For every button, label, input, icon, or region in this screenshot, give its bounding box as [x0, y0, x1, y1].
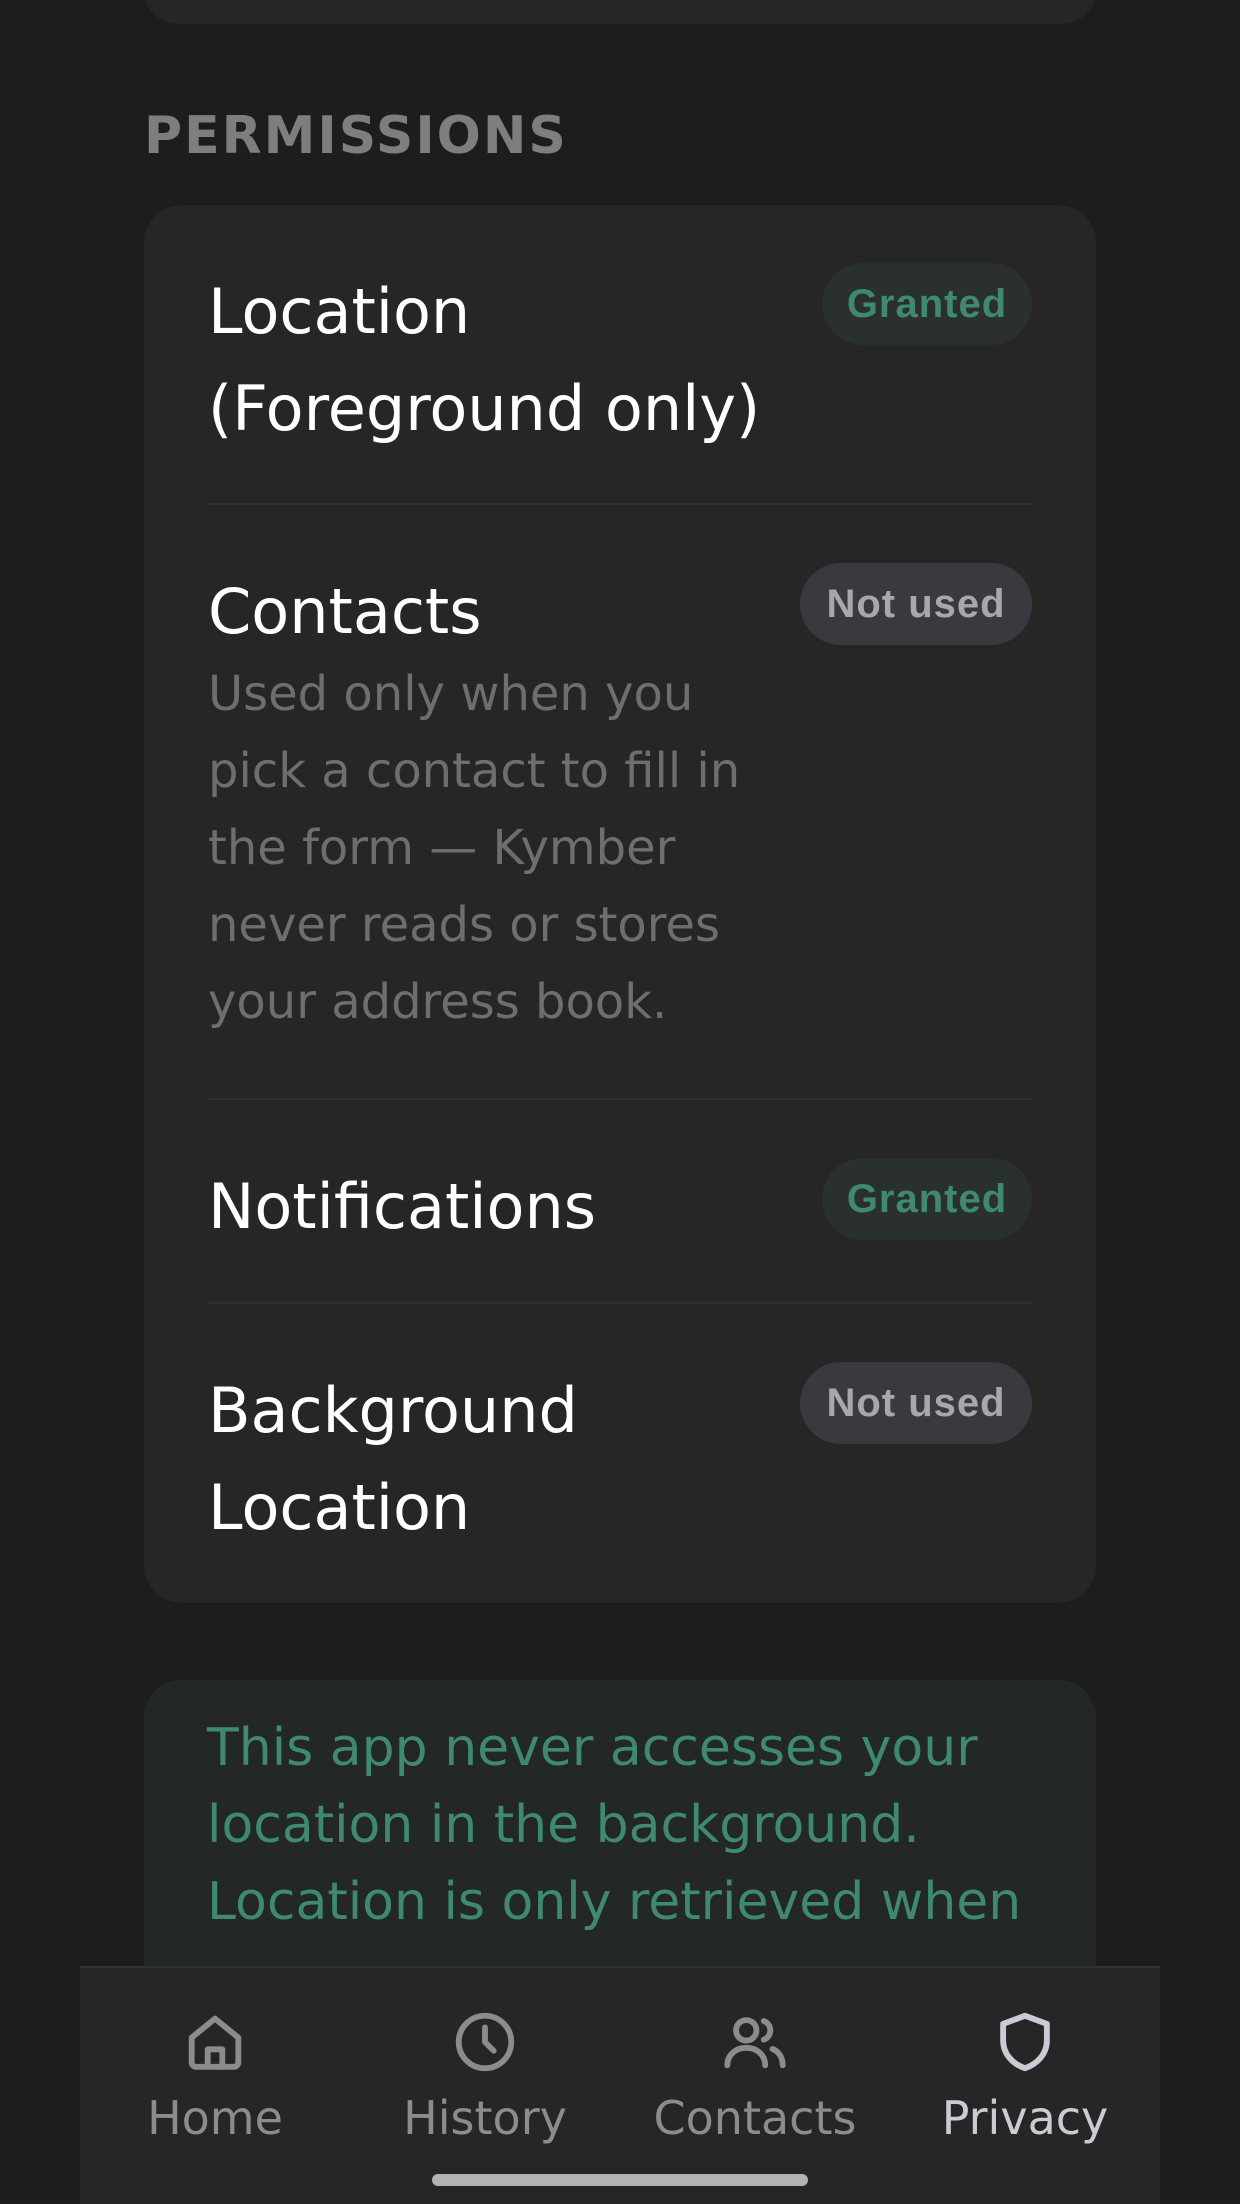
- description-line: the form — Kymber: [208, 820, 676, 876]
- permission-name-line: Location: [208, 275, 471, 348]
- description-line: pick a contact to fill in: [208, 743, 741, 799]
- clock-icon: [455, 2012, 515, 2072]
- home-indicator[interactable]: [432, 2174, 808, 2186]
- tab-label: Privacy: [941, 2091, 1109, 2145]
- shield-icon: [1000, 2012, 1050, 2072]
- permission-row-contacts: Contacts Used only when you pick a conta…: [208, 563, 1032, 1030]
- bottom-tab-bar: Home History Contacts Privacy: [80, 1966, 1160, 2204]
- permission-name: Notifications: [208, 1170, 597, 1243]
- permission-row-notifications: Notifications Granted: [208, 1158, 1032, 1288]
- permission-name-line: Background: [208, 1374, 578, 1447]
- row-divider: [208, 1302, 1032, 1304]
- tab-label: Contacts: [653, 2091, 857, 2145]
- permissions-section-title: PERMISSIONS: [144, 106, 568, 166]
- description-line: never reads or stores: [208, 897, 721, 953]
- tab-contacts[interactable]: Contacts: [620, 1968, 890, 2168]
- users-icon: [724, 2017, 786, 2069]
- tab-privacy[interactable]: Privacy: [890, 1968, 1160, 2168]
- privacy-screen: PERMISSIONS Location (Foreground only) G…: [0, 0, 1240, 2204]
- status-badge: Granted: [822, 263, 1032, 345]
- permission-description: Used only when you pick a contact to fil…: [208, 656, 808, 1041]
- description-line: Used only when you: [208, 666, 694, 722]
- permission-name: Background Location: [208, 1362, 808, 1556]
- description-line: your address book.: [208, 974, 668, 1030]
- notice-line: location in the background.: [207, 1795, 920, 1855]
- notice-text: This app never accesses your location in…: [207, 1710, 1047, 1941]
- row-divider: [208, 503, 1032, 505]
- permissions-card: Location (Foreground only) Granted Conta…: [144, 205, 1096, 1603]
- home-icon: [188, 2015, 242, 2070]
- row-divider: [208, 1098, 1032, 1100]
- tab-label: History: [403, 2091, 567, 2145]
- notice-line: Location is only retrieved when: [207, 1872, 1022, 1932]
- tab-history[interactable]: History: [350, 1968, 620, 2168]
- notice-line: This app never accesses your: [207, 1718, 978, 1778]
- status-badge: Not used: [800, 563, 1032, 645]
- permission-name: Location (Foreground only): [208, 263, 808, 457]
- permission-name: Contacts: [208, 575, 482, 648]
- status-badge: Granted: [822, 1158, 1032, 1240]
- tab-home[interactable]: Home: [80, 1968, 350, 2168]
- previous-section-card: [144, 0, 1096, 24]
- status-badge: Not used: [800, 1362, 1032, 1444]
- permission-row-background-location: Background Location Not used: [208, 1362, 1032, 1572]
- permission-name-line: (Foreground only): [208, 372, 761, 445]
- tab-label: Home: [147, 2091, 283, 2145]
- permission-row-location: Location (Foreground only) Granted: [208, 263, 1032, 473]
- permission-name-line: Location: [208, 1471, 471, 1544]
